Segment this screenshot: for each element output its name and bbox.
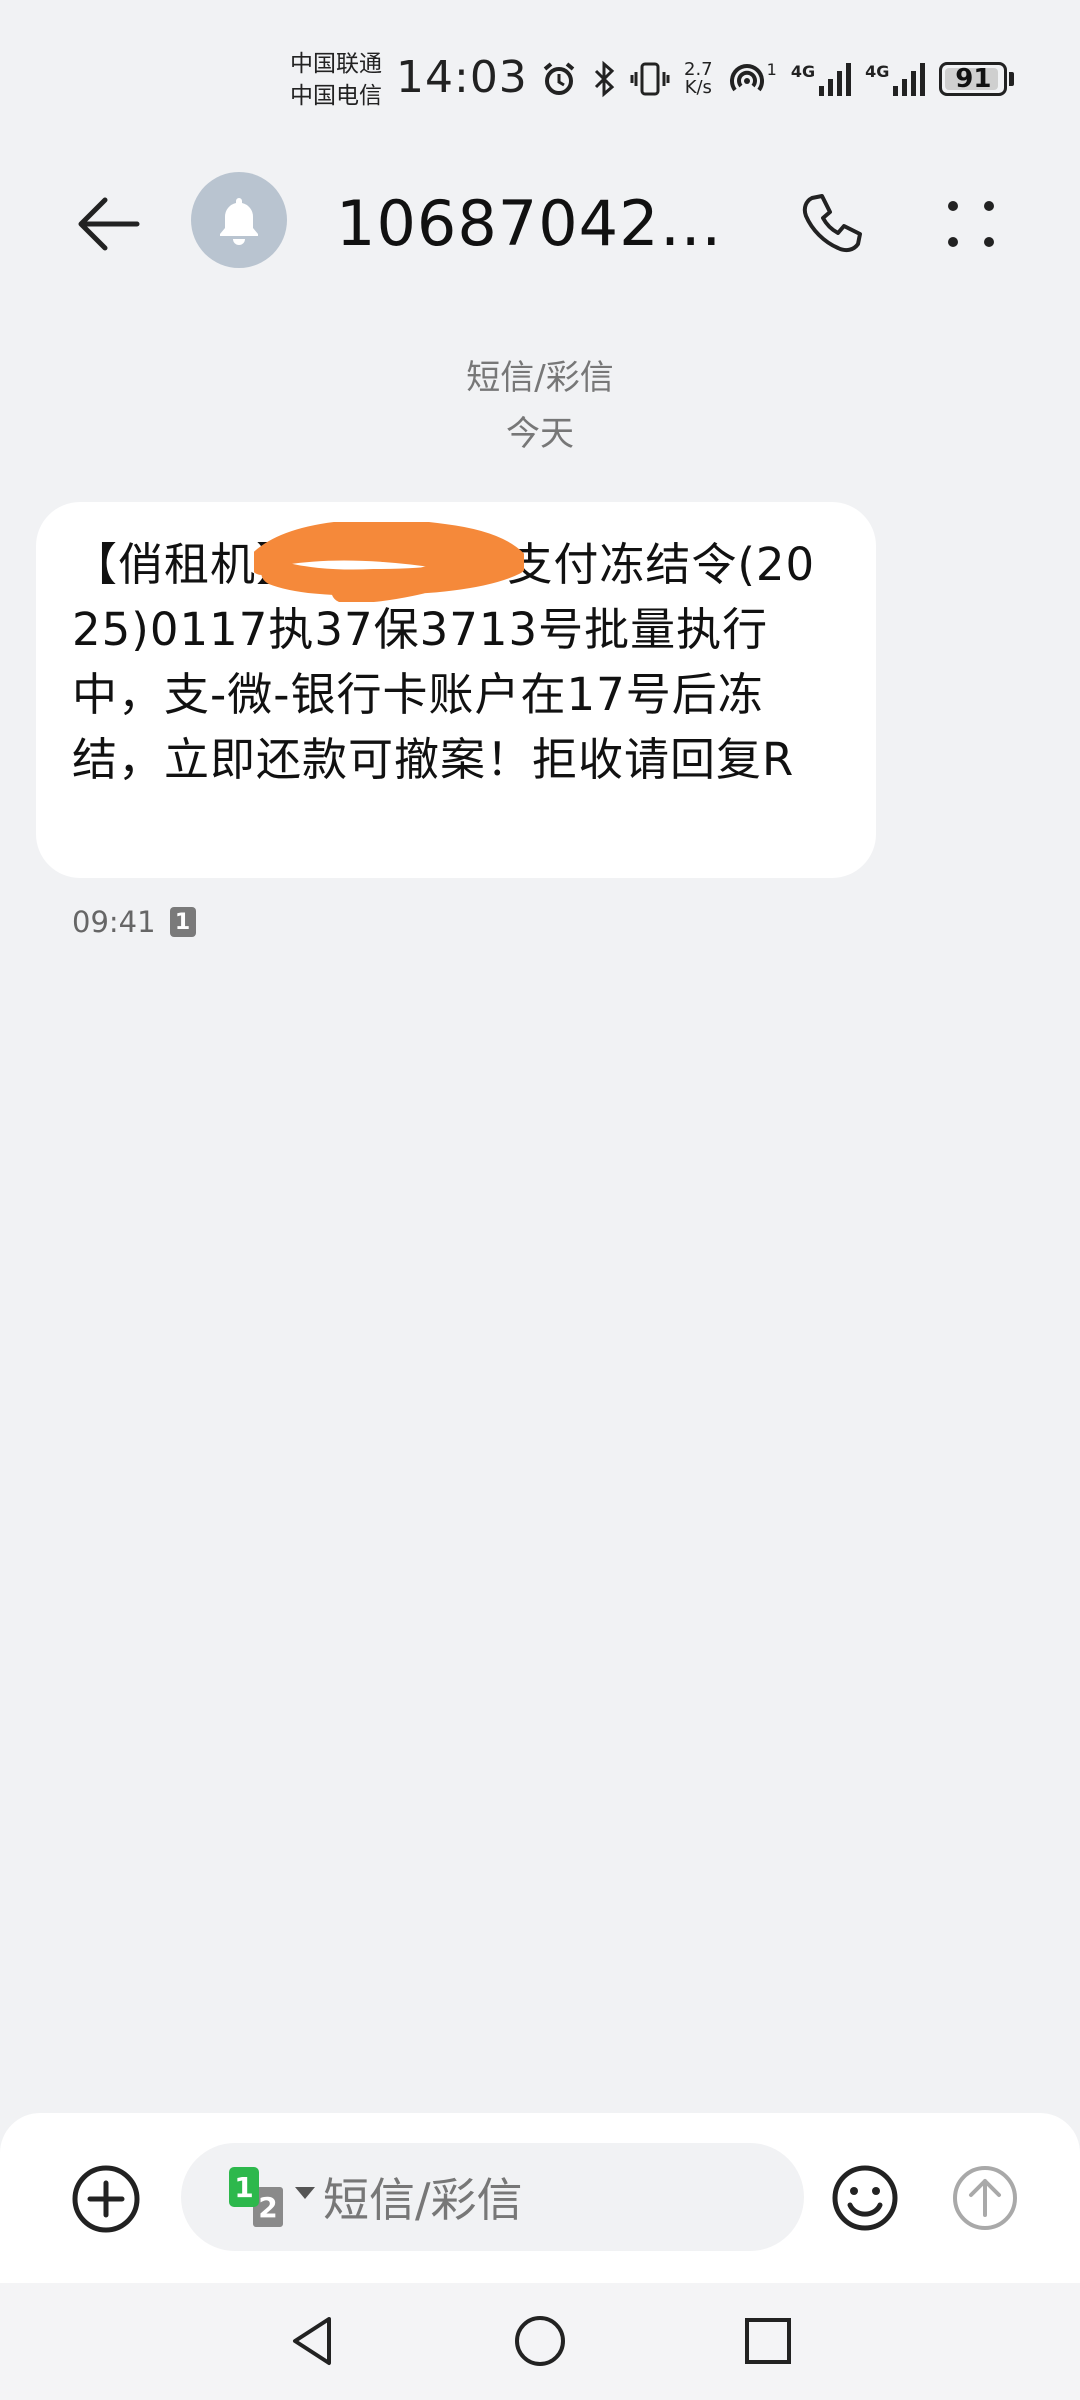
message-time: 09:41 [72, 905, 156, 939]
network-speed-unit: K/s [684, 77, 712, 98]
battery-nub [1009, 72, 1015, 86]
hotspot-count: 1 [766, 60, 777, 79]
hotspot-icon: 1 [727, 60, 777, 98]
messaging-screen: 中国联通 中国电信 14:03 2.7 K/s 1 4G 4G 91 10687… [0, 0, 1080, 2400]
send-button[interactable] [950, 2163, 1020, 2233]
more-options-button[interactable] [936, 184, 1006, 264]
carrier-1: 中国联通 [290, 51, 382, 77]
clock: 14:03 [396, 52, 528, 103]
contact-name[interactable]: 1068704200... [336, 182, 756, 266]
smiley-icon [832, 2165, 898, 2231]
redaction-scribble [254, 522, 524, 602]
signal-bars-icon [819, 63, 852, 96]
sim1-signal: 4G [790, 62, 852, 96]
nav-recents-button[interactable] [738, 2311, 798, 2371]
battery-indicator: 91 [939, 62, 1015, 96]
network-speed: 2.7 K/s [684, 61, 713, 97]
battery-level: 91 [955, 64, 992, 94]
nav-home-button[interactable] [510, 2311, 570, 2371]
bell-icon [220, 198, 258, 245]
compose-bar: 2 1 短信/彩信 [0, 2113, 1080, 2283]
carrier-2: 中国电信 [290, 83, 382, 109]
carrier-labels: 中国联通 中国电信 [290, 48, 382, 112]
sim1-network-type: 4G [790, 62, 816, 81]
call-button[interactable] [790, 184, 870, 264]
message-type-label: 短信/彩信 [466, 358, 614, 398]
square-recents-icon [745, 2318, 791, 2364]
emoji-button[interactable] [830, 2163, 900, 2233]
conversation-header: 1068704200... [0, 150, 1080, 290]
nav-back-button[interactable] [283, 2311, 343, 2371]
status-bar: 中国联通 中国电信 14:03 2.7 K/s 1 4G 4G 91 [0, 0, 1080, 150]
battery-icon: 91 [939, 62, 1008, 96]
more-vertical-icon [948, 201, 994, 247]
sim-selector[interactable]: 2 1 [229, 2167, 319, 2229]
triangle-back-icon [293, 2317, 331, 2365]
sim2-signal: 4G [865, 62, 926, 96]
signal-bars-icon [893, 63, 926, 96]
status-icons: 2.7 K/s 1 4G 4G 91 [540, 55, 1015, 103]
date-separator: 今天 [506, 414, 574, 454]
back-button[interactable] [66, 182, 150, 266]
avatar[interactable] [191, 172, 287, 268]
message-bubble[interactable]: 【俏租机】 支付冻结令(2025)0117执37保3713号批量执行中，支-微-… [36, 502, 876, 878]
message-input[interactable]: 2 1 短信/彩信 [181, 2143, 804, 2251]
add-attachment-button[interactable] [70, 2163, 142, 2235]
arrow-up-circle-icon [953, 2166, 1017, 2230]
plus-circle-icon [72, 2165, 140, 2233]
sim-badge: 1 [169, 907, 196, 937]
arrow-left-icon [78, 197, 140, 251]
alarm-icon [540, 60, 578, 98]
message-meta: 09:41 1 [72, 905, 196, 939]
sim2-network-type: 4G [865, 62, 890, 81]
system-navigation-bar [0, 2283, 1080, 2400]
phone-icon [802, 194, 862, 253]
message-input-placeholder: 短信/彩信 [323, 2173, 523, 2227]
vibrate-icon [630, 60, 670, 98]
circle-home-icon [515, 2316, 565, 2366]
sim-1-badge: 1 [229, 2167, 259, 2207]
bluetooth-icon [592, 60, 616, 98]
caret-down-icon [295, 2187, 315, 2199]
